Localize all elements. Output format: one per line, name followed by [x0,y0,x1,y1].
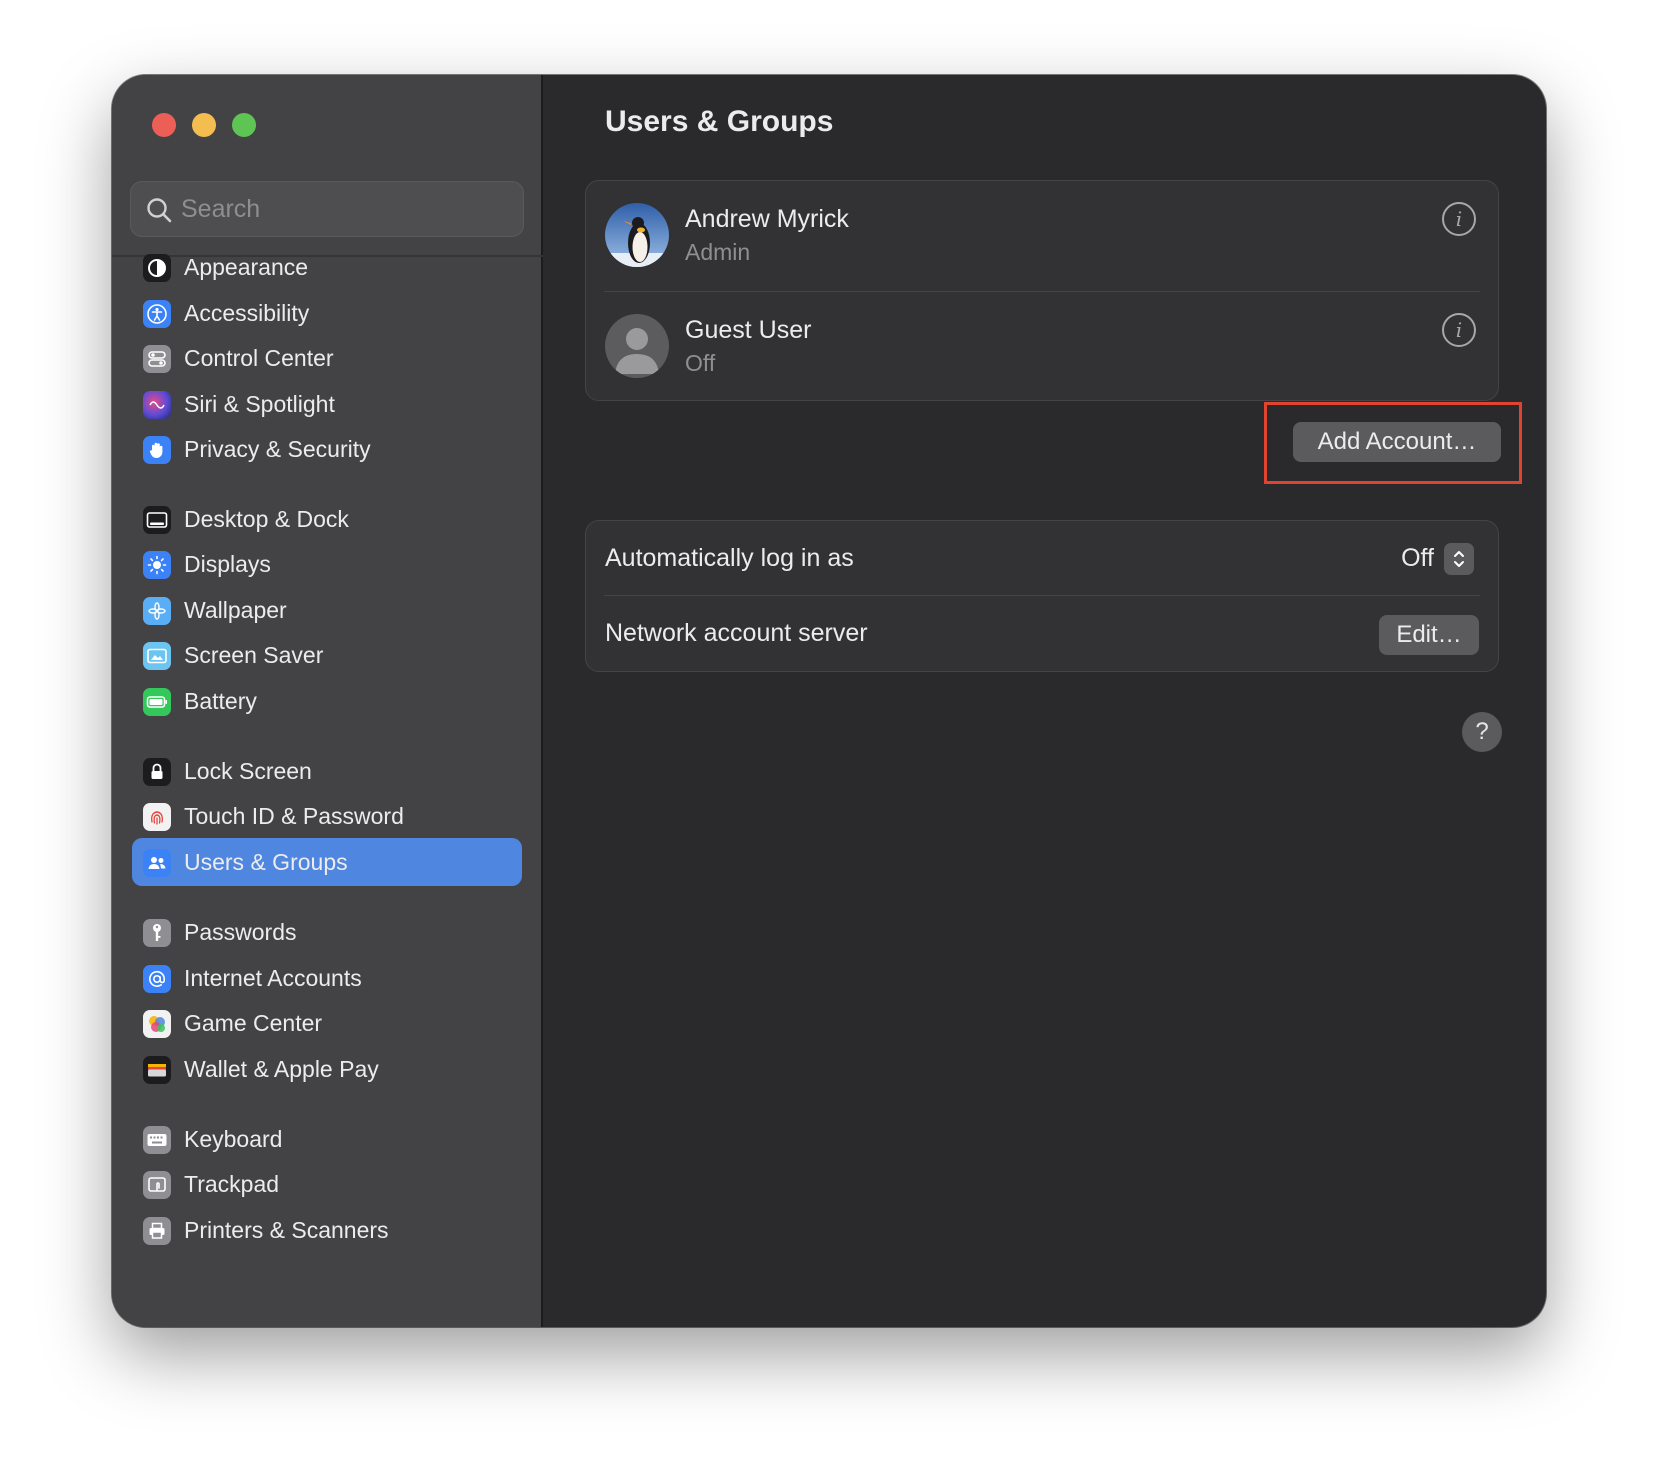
user-role: Off [685,350,716,376]
siri-icon [143,391,171,419]
sidebar-item-keyboard[interactable]: Keyboard [132,1115,522,1163]
sidebar-item-siri-spotlight[interactable]: Siri & Spotlight [132,380,522,428]
users-list: Andrew Myrick Admin i Guest User Off i [585,180,1499,401]
fingerprint-icon [143,803,171,831]
lock-icon [143,758,171,786]
edit-button[interactable]: Edit… [1379,615,1479,655]
user-name: Guest User [685,316,812,344]
sidebar: Appearance Accessibility Control Center … [112,75,543,1327]
close-button[interactable] [152,113,176,137]
user-role: Admin [685,239,751,265]
sidebar-item-label: Internet Accounts [184,965,362,991]
sidebar-item-lock-screen[interactable]: Lock Screen [132,747,522,795]
sidebar-item-label: Battery [184,688,257,714]
search-icon [147,198,172,223]
sidebar-item-label: Lock Screen [184,758,312,784]
sidebar-item-screen-saver[interactable]: Screen Saver [132,631,522,679]
window-controls [152,113,256,137]
search-field[interactable] [130,181,524,237]
info-icon[interactable]: i [1442,202,1476,236]
sidebar-item-label: Desktop & Dock [184,506,349,532]
sidebar-item-label: Trackpad [184,1171,280,1197]
sidebar-item-label: Wallpaper [184,597,287,623]
sidebar-item-label: Siri & Spotlight [184,391,335,417]
auto-login-select[interactable]: Off [1401,521,1434,595]
minimize-button[interactable] [192,113,216,137]
sidebar-item-game-center[interactable]: Game Center [132,999,522,1047]
game-center-icon [143,1010,171,1038]
sidebar-item-control-center[interactable]: Control Center [132,334,522,382]
sidebar-item-label: Control Center [184,345,334,371]
key-icon [143,919,171,947]
accessibility-icon [143,300,171,328]
trackpad-icon [143,1171,171,1199]
sidebar-item-label: Accessibility [184,300,310,326]
sidebar-item-internet-accounts[interactable]: Internet Accounts [132,954,522,1002]
wallet-icon [143,1056,171,1084]
network-server-label: Network account server [605,619,868,647]
sidebar-item-label: Wallet & Apple Pay [184,1056,379,1082]
sidebar-item-passwords[interactable]: Passwords [132,908,522,956]
auto-login-row: Automatically log in as Off [586,521,1498,595]
screen-saver-icon [143,642,171,670]
sidebar-item-displays[interactable]: Displays [132,540,522,588]
add-account-button[interactable]: Add Account… [1293,422,1501,462]
user-row-guest[interactable]: Guest User Off i [586,292,1498,402]
sun-icon [143,551,171,579]
penguin-avatar [605,203,669,267]
sidebar-item-touch-id[interactable]: Touch ID & Password [132,792,522,840]
dock-icon [143,506,171,534]
appearance-icon [143,254,171,282]
network-server-row: Network account server Edit… [586,596,1498,670]
sidebar-item-desktop-dock[interactable]: Desktop & Dock [132,495,522,543]
control-center-icon [143,345,171,373]
sidebar-item-wallpaper[interactable]: Wallpaper [132,586,522,634]
guest-avatar [605,314,669,378]
search-input[interactable] [181,182,511,236]
auto-login-label: Automatically log in as [605,544,854,572]
page-title: Users & Groups [605,105,834,138]
at-icon [143,965,171,993]
hand-icon [143,436,171,464]
sidebar-item-battery[interactable]: Battery [132,677,522,725]
user-row-admin[interactable]: Andrew Myrick Admin i [586,181,1498,291]
sidebar-item-label: Users & Groups [184,849,348,875]
main-pane: Users & Groups Andrew Myrick Admin i Gue… [543,75,1546,1327]
sidebar-item-label: Displays [184,551,271,577]
sidebar-item-privacy-security[interactable]: Privacy & Security [132,425,522,473]
help-button[interactable]: ? [1462,712,1502,752]
sidebar-item-label: Keyboard [184,1126,283,1152]
settings-window: Appearance Accessibility Control Center … [112,75,1546,1327]
sidebar-item-users-groups[interactable]: Users & Groups [132,838,522,886]
zoom-button[interactable] [232,113,256,137]
wallpaper-icon [143,597,171,625]
keyboard-icon [143,1126,171,1154]
sidebar-item-wallet[interactable]: Wallet & Apple Pay [132,1045,522,1093]
user-name: Andrew Myrick [685,205,849,233]
battery-icon [143,688,171,716]
printer-icon [143,1217,171,1245]
sidebar-item-label: Printers & Scanners [184,1217,389,1243]
sidebar-item-trackpad[interactable]: Trackpad [132,1160,522,1208]
users-icon [143,849,171,877]
sidebar-item-accessibility[interactable]: Accessibility [132,289,522,337]
sidebar-item-appearance[interactable]: Appearance [132,243,522,291]
sidebar-item-label: Privacy & Security [184,436,371,462]
login-settings: Automatically log in as Off Network acco… [585,520,1499,672]
sidebar-item-label: Passwords [184,919,297,945]
sidebar-item-label: Appearance [184,254,309,280]
info-icon[interactable]: i [1442,313,1476,347]
chevron-updown-icon[interactable] [1444,543,1474,575]
sidebar-item-label: Touch ID & Password [184,803,404,829]
sidebar-item-label: Game Center [184,1010,323,1036]
sidebar-item-printers[interactable]: Printers & Scanners [132,1206,522,1254]
sidebar-item-label: Screen Saver [184,642,324,668]
